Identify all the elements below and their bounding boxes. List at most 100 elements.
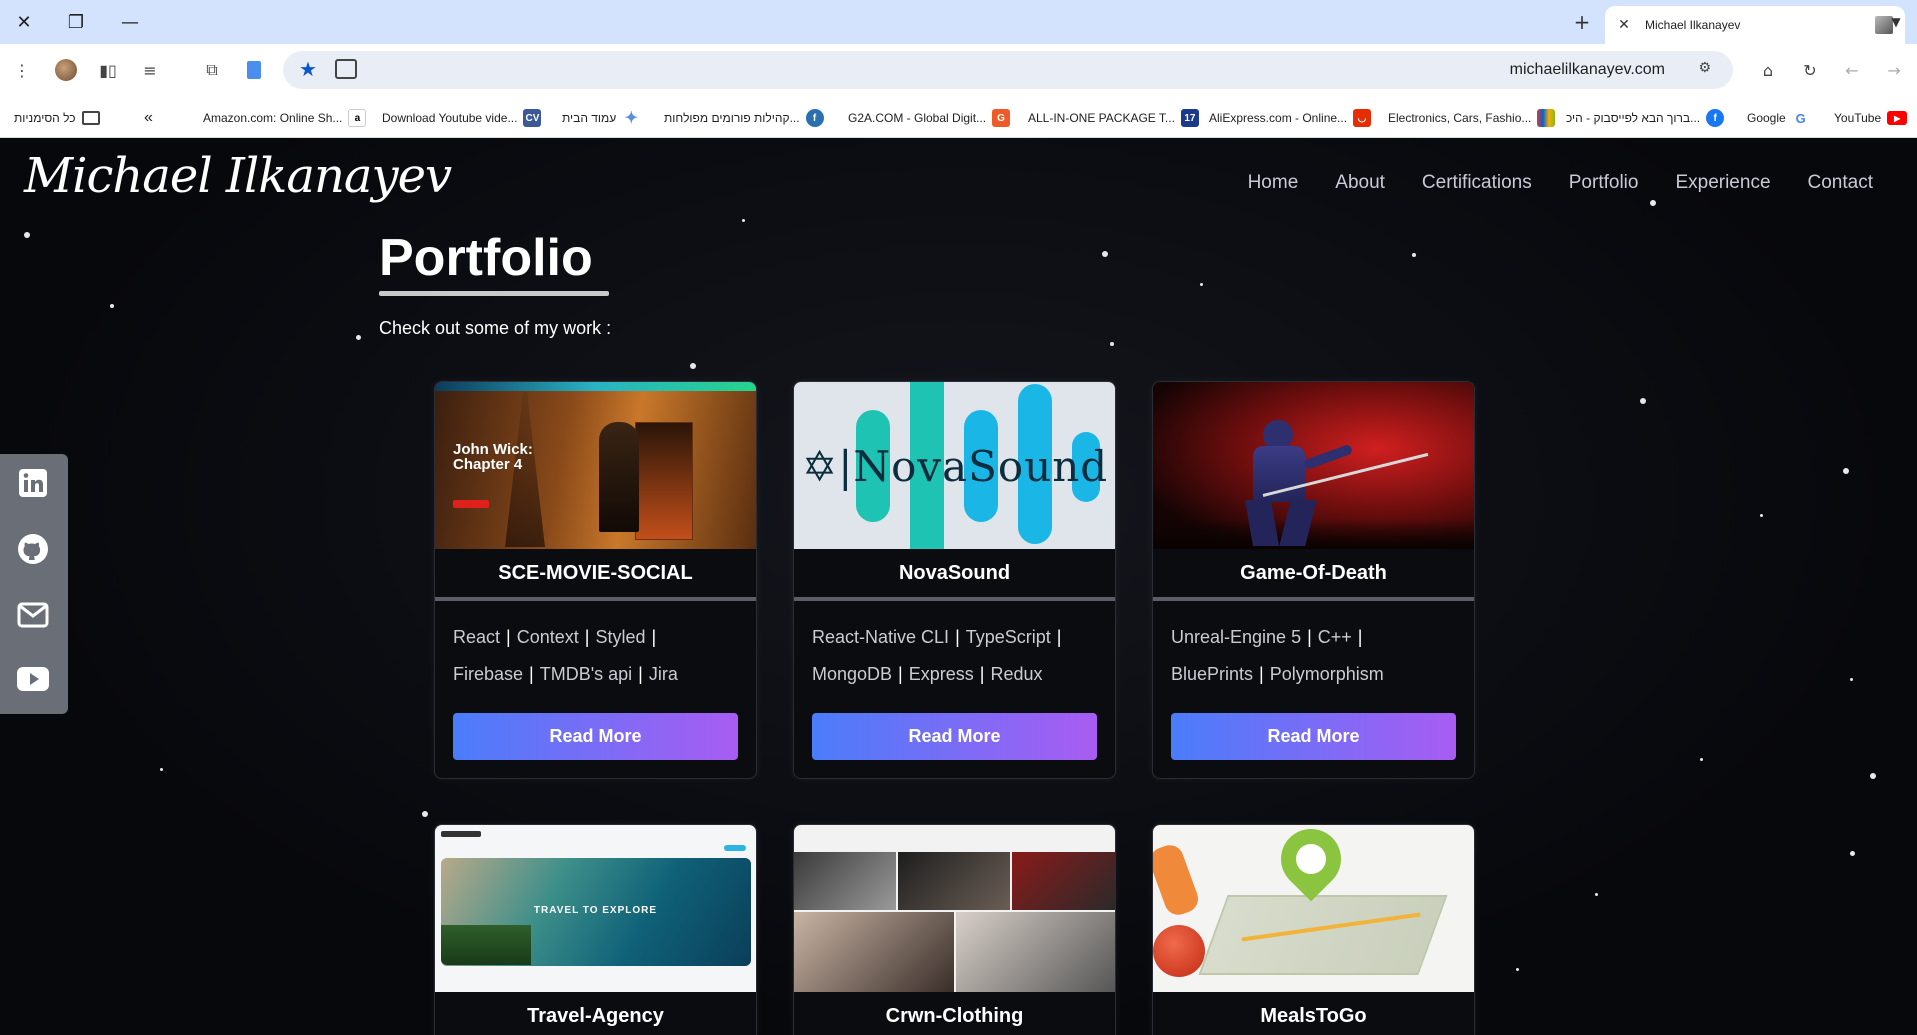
star-dot — [742, 219, 745, 222]
project-card: TRAVEL TO EXPLORE Travel-Agency — [434, 824, 757, 1035]
nav-about[interactable]: About — [1335, 172, 1385, 194]
read-more-button[interactable]: Read More — [812, 713, 1097, 760]
new-tab-button[interactable]: + — [1568, 8, 1596, 36]
close-tab-icon[interactable]: ✕ — [1615, 17, 1633, 33]
bookmark-amazon[interactable]: Amazon.com: Online Sh... a — [203, 108, 367, 128]
section-heading: Portfolio — [379, 229, 593, 287]
all-bookmarks-folder[interactable]: כל הסימניות — [14, 108, 100, 128]
tags-line: MongoDB | Express | Redux — [812, 664, 1043, 684]
star-dot — [356, 335, 361, 340]
bookmark-label: Electronics, Cars, Fashio... — [1388, 111, 1532, 125]
bookmark-youtube[interactable]: YouTube ▶ — [1834, 108, 1908, 128]
bookmark-fxp[interactable]: קהילות פורומים מפולחות... f — [664, 108, 824, 128]
portfolio-page: Michael Ilkanayev Home About Certificati… — [0, 138, 1917, 1035]
project-thumbnail[interactable]: TRAVEL TO EXPLORE — [435, 825, 756, 992]
minimize-window-icon[interactable]: — — [114, 8, 146, 36]
bookmark-label: ברוך הבא לפייסבוק - היכ... — [1566, 111, 1701, 125]
site-settings-icon[interactable]: ⚙ — [1698, 60, 1711, 76]
bookmark-youtube-downloader[interactable]: Download Youtube vide... CV — [382, 108, 542, 128]
bookmark-label: קהילות פורומים מפולחות... — [664, 111, 800, 125]
project-tags: Unreal-Engine 5 | C++ | BluePrints | Polymorp… — [1153, 601, 1474, 713]
project-thumbnail[interactable]: ✡|NovaSound — [794, 382, 1115, 549]
read-more-button[interactable]: Read More — [1171, 713, 1456, 760]
project-thumbnail[interactable]: John Wick: Chapter 4 — [435, 382, 756, 549]
bookmarks-folder-label: כל הסימניות — [14, 111, 76, 125]
star-dot — [24, 232, 30, 238]
section-subtitle: Check out some of my work : — [379, 318, 612, 338]
tags-line: React-Native CLI | TypeScript | — [812, 627, 1062, 647]
url-text: michaelilkanayev.com — [1509, 61, 1665, 78]
browser-toolbar: ⋮ ▮▯ ≡ ⧉ ★ michaelilkanayev.com ⚙ ⌂ ↻ ← … — [0, 44, 1917, 96]
address-bar[interactable]: ★ michaelilkanayev.com ⚙ — [283, 51, 1733, 89]
tab-search-icon[interactable]: ▼ — [1882, 8, 1910, 36]
install-app-icon[interactable] — [335, 59, 357, 79]
star-dot — [1870, 773, 1876, 779]
bookmark-home[interactable]: עמוד הבית ✦ — [562, 108, 640, 128]
home-icon[interactable]: ⌂ — [1754, 56, 1782, 84]
cv-icon: CV — [523, 109, 542, 127]
bookmark-aliexpress[interactable]: AliExpress.com - Online... ◡ — [1209, 108, 1372, 128]
bookmark-google[interactable]: Google G — [1747, 108, 1810, 128]
star-dot — [1595, 893, 1598, 896]
restore-window-icon[interactable]: ❐ — [60, 8, 92, 36]
bookmark-g2a[interactable]: G2A.COM - Global Digit... G — [848, 108, 1011, 128]
star-dot — [1760, 514, 1763, 517]
star-dot — [1650, 200, 1656, 206]
bookmark-label: AliExpress.com - Online... — [1209, 111, 1348, 125]
project-title: Travel-Agency — [435, 992, 756, 1035]
read-more-button[interactable]: Read More — [453, 713, 738, 760]
tags-line: Firebase | TMDB's api | Jira — [453, 664, 678, 684]
project-thumbnail[interactable] — [794, 825, 1115, 992]
profile-avatar[interactable] — [52, 56, 80, 84]
sparkle-icon: ✦ — [624, 110, 638, 127]
extension-icon[interactable] — [240, 56, 268, 84]
ebay-icon — [1537, 109, 1556, 127]
main-nav: Home About Certifications Portfolio Expe… — [1248, 172, 1873, 194]
project-title: Crwn-Clothing — [794, 992, 1115, 1035]
thumbnail-caption: John Wick: Chapter 4 — [453, 441, 533, 473]
reading-list-icon[interactable]: ≡ — [136, 56, 164, 84]
star-dot — [1850, 678, 1853, 681]
project-thumbnail[interactable] — [1153, 382, 1474, 549]
side-panel-icon[interactable]: ▮▯ — [94, 56, 122, 84]
bookmark-star-icon[interactable]: ★ — [299, 57, 317, 81]
star-dot — [1700, 758, 1703, 761]
youtube-icon[interactable] — [16, 662, 50, 696]
nav-home[interactable]: Home — [1248, 172, 1299, 194]
bookmarks-bar: כל הסימניות « Amazon.com: Online Sh... a… — [0, 96, 1917, 138]
tags-line: BluePrints | Polymorphism — [1171, 664, 1384, 684]
more-bookmarks-icon[interactable]: « — [144, 108, 153, 128]
site-logo[interactable]: Michael Ilkanayev — [24, 148, 452, 204]
browser-tab[interactable]: ✕ Michael Ilkanayev — [1605, 6, 1905, 44]
tags-line: React | Context | Styled | — [453, 627, 657, 647]
reload-icon[interactable]: ↻ — [1796, 56, 1824, 84]
star-dot — [160, 768, 163, 771]
back-icon[interactable]: ← — [1838, 56, 1866, 84]
menu-kebab-icon[interactable]: ⋮ — [8, 56, 36, 84]
amazon-icon: a — [348, 109, 367, 127]
bookmark-label: Amazon.com: Online Sh... — [203, 111, 343, 125]
nav-certifications[interactable]: Certifications — [1422, 172, 1532, 194]
bookmark-label: ALL-IN-ONE PACKAGE T... — [1028, 111, 1175, 125]
star-dot — [110, 304, 114, 308]
bookmark-facebook[interactable]: ברוך הבא לפייסבוק - היכ... f — [1566, 108, 1725, 128]
project-card: ✡|NovaSound NovaSound React-Native CLI | T… — [793, 381, 1116, 779]
folder-icon — [81, 111, 100, 125]
mail-icon[interactable] — [16, 598, 50, 632]
github-icon[interactable] — [16, 532, 50, 566]
project-title: SCE-MOVIE-SOCIAL — [435, 549, 756, 601]
project-thumbnail[interactable] — [1153, 825, 1474, 992]
bookmark-all-in-one[interactable]: ALL-IN-ONE PACKAGE T... 17 — [1028, 108, 1199, 128]
forward-icon[interactable]: → — [1880, 56, 1908, 84]
project-title: MealsToGo — [1153, 992, 1474, 1035]
bookmark-label: G2A.COM - Global Digit... — [848, 111, 987, 125]
nav-portfolio[interactable]: Portfolio — [1569, 172, 1639, 194]
extensions-icon[interactable]: ⧉ — [198, 56, 226, 84]
close-window-icon[interactable]: ✕ — [8, 8, 40, 36]
bookmark-ebay[interactable]: Electronics, Cars, Fashio... — [1388, 108, 1556, 128]
thumbnail-caption: ✡|NovaSound — [802, 442, 1109, 491]
nav-contact[interactable]: Contact — [1808, 172, 1873, 194]
linkedin-icon[interactable] — [16, 466, 50, 500]
nav-experience[interactable]: Experience — [1675, 172, 1770, 194]
project-title: NovaSound — [794, 549, 1115, 601]
